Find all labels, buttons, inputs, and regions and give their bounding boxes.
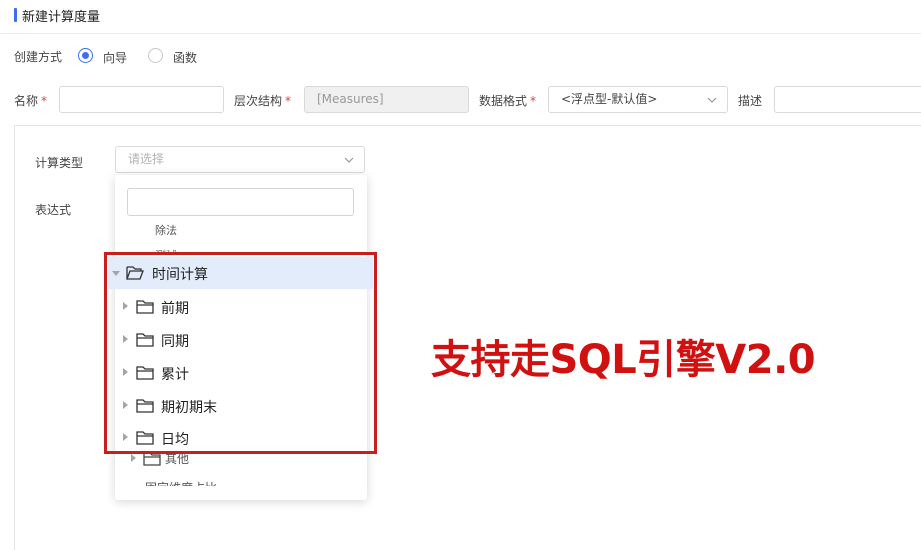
hierarchy-label: 层次结构 * xyxy=(234,92,291,109)
calc-type-label: 计算类型 xyxy=(35,156,84,170)
hierarchy-label-text: 层次结构 xyxy=(234,94,283,108)
promo-annotation: 支持走SQL引擎V2.0 xyxy=(431,337,816,383)
radio-function[interactable] xyxy=(148,48,163,63)
highlight-annotation-box xyxy=(104,252,377,454)
hierarchy-value: [Measures] xyxy=(317,92,384,106)
data-format-select[interactable]: <浮点型-默认值> xyxy=(548,86,728,113)
page-title: 新建计算度量 xyxy=(22,10,101,25)
name-label-text: 名称 xyxy=(14,94,39,108)
description-label: 描述 xyxy=(738,94,763,108)
required-mark: * xyxy=(530,94,537,108)
radio-wizard-label[interactable]: 向导 xyxy=(103,49,127,66)
data-format-label-text: 数据格式 xyxy=(479,94,528,108)
hierarchy-input: [Measures] xyxy=(304,86,469,113)
name-label: 名称 * xyxy=(14,92,47,109)
chevron-down-icon xyxy=(707,97,717,103)
caret-right-icon[interactable] xyxy=(131,454,136,462)
required-mark: * xyxy=(41,94,48,108)
tree-item-faded[interactable]: 固定维度占比 xyxy=(145,479,217,486)
radio-function-label[interactable]: 函数 xyxy=(173,49,197,66)
chevron-down-icon xyxy=(344,157,354,163)
expression-label: 表达式 xyxy=(35,203,72,217)
name-input[interactable] xyxy=(59,86,224,113)
data-format-label: 数据格式 * xyxy=(479,92,536,109)
new-calc-measure-page: 新建计算度量 创建方式 向导 函数 名称 * 层次结构 * [Measures] 数… xyxy=(0,0,921,550)
title-accent-bar xyxy=(14,8,17,22)
data-format-value: <浮点型-默认值> xyxy=(561,92,658,106)
create-method-label: 创建方式 xyxy=(14,50,63,64)
calc-type-placeholder: 请选择 xyxy=(128,152,165,166)
description-input[interactable] xyxy=(774,86,921,113)
radio-wizard[interactable] xyxy=(78,48,93,63)
page-header: 新建计算度量 xyxy=(0,0,921,34)
required-mark: * xyxy=(285,94,292,108)
tree-item-faded[interactable]: 除法 xyxy=(155,222,177,238)
dropdown-search-input[interactable] xyxy=(127,188,354,216)
calc-type-select[interactable]: 请选择 xyxy=(115,146,365,173)
